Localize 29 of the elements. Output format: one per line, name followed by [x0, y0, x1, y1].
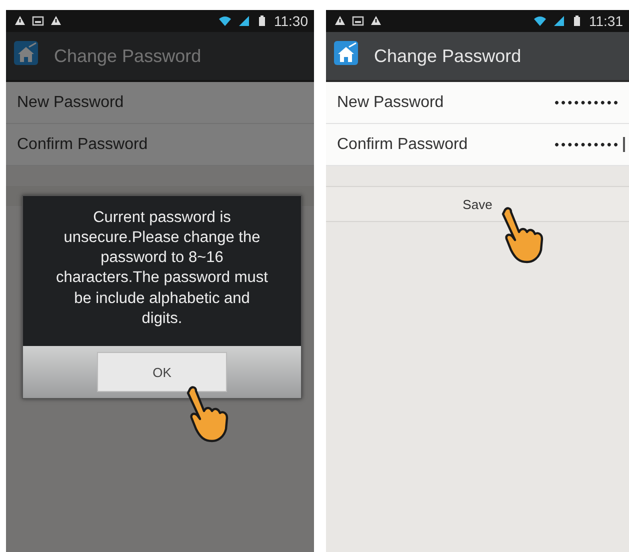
battery-icon [256, 15, 268, 27]
warning-icon [50, 15, 62, 27]
clock-time: 11:30 [274, 13, 308, 29]
signal-icon [553, 15, 565, 27]
password-row[interactable]: Confirm Password •••••••••• [326, 124, 629, 166]
ok-button[interactable]: OK [97, 352, 227, 392]
warning-icon [370, 15, 382, 27]
screen-title: Change Password [54, 46, 202, 66]
save-button[interactable]: Save [326, 186, 629, 222]
battery-icon [571, 15, 583, 27]
clock-time: 11:31 [589, 13, 623, 29]
dialog-message: Current password is unsecure.Please change the password to 8~16 characters.The password must be include alphabetic and digits. [23, 196, 301, 346]
password-field[interactable]: •••••••••• [554, 137, 625, 152]
screen-title: Change Password [374, 46, 522, 66]
password-row[interactable]: Confirm Password [6, 124, 314, 166]
hand-pointer-icon [184, 385, 230, 443]
password-row[interactable]: New Password [6, 82, 314, 124]
field-label: Confirm Password [337, 136, 468, 154]
password-field[interactable]: •••••••••• [554, 95, 625, 110]
warning-icon [14, 15, 26, 27]
field-label: New Password [17, 94, 124, 112]
signal-icon [238, 15, 250, 27]
field-label: Confirm Password [17, 136, 148, 154]
warning-icon [334, 15, 346, 27]
wifi-icon [218, 15, 232, 27]
field-label: New Password [337, 94, 444, 112]
password-row[interactable]: New Password •••••••••• [326, 82, 629, 124]
hand-pointer-icon [499, 206, 545, 264]
wifi-icon [533, 15, 547, 27]
